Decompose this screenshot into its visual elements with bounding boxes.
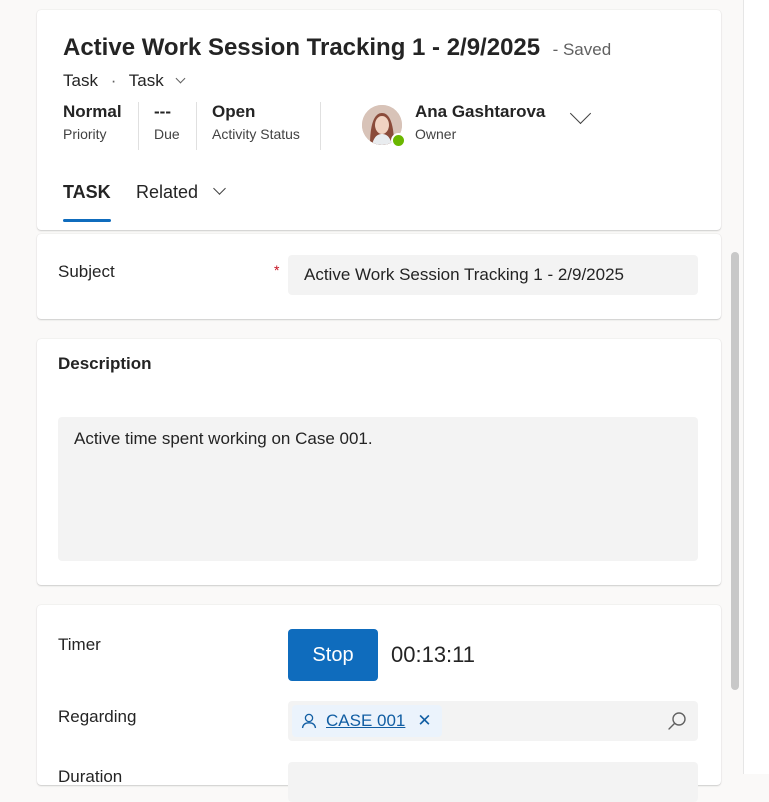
record-header: Active Work Session Tracking 1 - 2/9/202…: [37, 10, 721, 230]
chevron-down-icon: [175, 73, 185, 84]
header-field-priority: Normal Priority: [63, 102, 122, 142]
regarding-tag: CASE 001 ✕: [292, 705, 442, 737]
regarding-label: Regarding: [58, 707, 137, 726]
owner-link[interactable]: Ana Gashtarova: [415, 102, 545, 122]
save-status: - Saved: [552, 40, 612, 59]
priority-value: Normal: [63, 102, 122, 121]
header-field-status: Open Activity Status: [212, 102, 300, 142]
right-pane-edge: [743, 0, 769, 774]
record-title: Active Work Session Tracking 1 - 2/9/202…: [63, 34, 541, 61]
duration-label: Duration: [58, 767, 123, 786]
tab-related[interactable]: Related: [136, 182, 226, 203]
description-section: Description Active time spent working on…: [37, 339, 721, 585]
required-indicator: *: [274, 262, 280, 278]
tab-task[interactable]: TASK: [63, 182, 111, 222]
header-field-due: --- Due: [154, 102, 180, 142]
priority-label: Priority: [63, 126, 107, 142]
divider: [138, 102, 139, 150]
description-field[interactable]: Active time spent working on Case 001.: [58, 417, 698, 561]
timer-value: 00:13:11: [391, 642, 476, 667]
owner-label: Owner: [415, 126, 457, 142]
person-icon: [301, 713, 317, 729]
status-value: Open: [212, 102, 256, 121]
duration-field[interactable]: [288, 762, 698, 802]
regarding-lookup[interactable]: CASE 001 ✕: [288, 701, 698, 741]
divider: [320, 102, 321, 150]
presence-available-icon: [391, 133, 406, 148]
chevron-down-icon: [213, 182, 226, 195]
timer-section: Timer Stop 00:13:11 Regarding CASE 001 ✕…: [37, 605, 721, 802]
form-selector-label: Task: [128, 71, 164, 90]
page-left-margin: [0, 0, 22, 774]
due-label: Due: [154, 126, 180, 142]
status-label: Activity Status: [212, 126, 300, 142]
form-selector[interactable]: Task: [128, 71, 185, 90]
entity-type: Task: [63, 71, 98, 90]
divider: [196, 102, 197, 150]
entity-row: Task · Task: [63, 71, 185, 91]
regarding-link[interactable]: CASE 001: [326, 711, 405, 731]
subject-field[interactable]: Active Work Session Tracking 1 - 2/9/202…: [288, 255, 698, 295]
search-icon[interactable]: [666, 710, 688, 732]
description-title: Description: [58, 354, 152, 373]
timer-label: Timer: [58, 635, 101, 654]
subject-label: Subject: [58, 262, 115, 281]
subject-value: Active Work Session Tracking 1 - 2/9/202…: [304, 265, 625, 284]
expand-header-chevron-icon[interactable]: [569, 102, 592, 125]
subject-section: Subject * Active Work Session Tracking 1…: [37, 234, 721, 319]
separator-dot: ·: [110, 71, 117, 90]
due-value: ---: [154, 102, 171, 121]
title-row: Active Work Session Tracking 1 - 2/9/202…: [63, 34, 611, 62]
scrollbar-thumb[interactable]: [731, 252, 739, 690]
header-field-owner: Ana Gashtarova Owner: [415, 102, 545, 142]
tab-related-label: Related: [136, 182, 199, 202]
stop-button[interactable]: Stop: [288, 629, 378, 681]
remove-close-icon[interactable]: ✕: [417, 711, 431, 731]
stop-button-label: Stop: [312, 643, 354, 666]
description-value: Active time spent working on Case 001.: [74, 429, 373, 448]
